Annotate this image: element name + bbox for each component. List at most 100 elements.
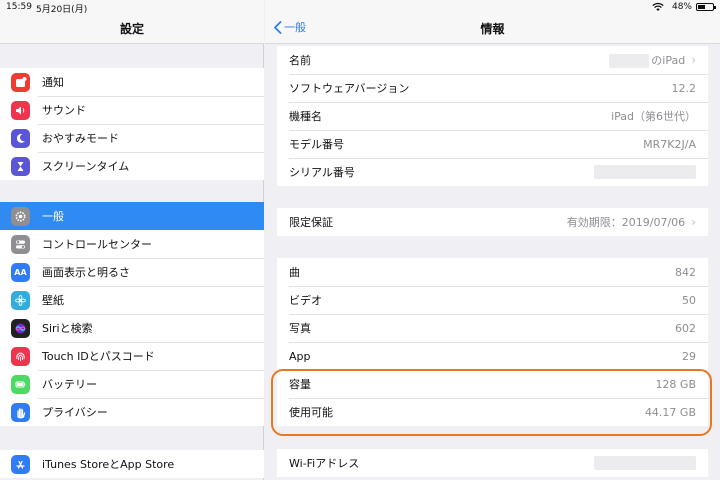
info-value: MR7K2J/A <box>643 138 696 151</box>
info-value: 12.2 <box>672 82 697 95</box>
sidebar-item-label: バッテリー <box>42 378 97 391</box>
info-row: Wi-Fiアドレス <box>277 449 708 477</box>
battery-percent: 48% <box>671 2 692 12</box>
info-label: 限定保証 <box>289 216 333 229</box>
sidebar-item-siri[interactable]: Siriと検索 <box>0 314 264 342</box>
hourglass-icon <box>11 156 30 176</box>
status-date: 5月20日(月) <box>36 5 88 15</box>
info-value: 29 <box>682 350 696 363</box>
sidebar-item-label: Siriと検索 <box>42 322 93 335</box>
info-row[interactable]: 名前 のiPad › <box>277 46 708 74</box>
sound-icon <box>11 100 30 120</box>
info-value-text: 842 <box>675 265 696 279</box>
info-label: 機種名 <box>289 110 322 123</box>
storage-highlight-annotation <box>271 369 712 436</box>
info-label: シリアル番号 <box>289 166 355 179</box>
info-value: 有効期限：2019/07/06 <box>567 214 685 230</box>
info-row: ソフトウェアバージョン 12.2 <box>277 74 708 102</box>
sidebar-item-moon[interactable]: おやすみモード <box>0 124 264 152</box>
battery-icon <box>696 3 716 11</box>
sidebar-item-label: 通知 <box>42 76 64 89</box>
sidebar-item-notifications[interactable]: 通知 <box>0 68 264 96</box>
info-value: のiPad <box>609 52 685 68</box>
info-label: App <box>289 349 311 363</box>
info-label: ソフトウェアバージョン <box>289 82 410 95</box>
info-label: 写真 <box>289 322 311 335</box>
sidebar-item-label: コントロールセンター <box>42 238 152 251</box>
info-value-text: 602 <box>675 321 696 335</box>
sidebar-item-app-store[interactable]: iTunes StoreとApp Store <box>0 450 264 478</box>
text-size-icon: AA <box>11 262 30 282</box>
sidebar-item-label: Touch IDとパスコード <box>42 350 155 363</box>
info-value-text: 50 <box>682 293 696 307</box>
status-time: 15:59 <box>6 2 32 12</box>
sidebar-item-label: 一般 <box>42 210 64 223</box>
sidebar-item-label: 画面表示と明るさ <box>42 266 130 279</box>
info-label: 曲 <box>289 266 300 279</box>
info-value: 842 <box>675 266 696 279</box>
sidebar-item-gear[interactable]: 一般 <box>0 202 264 230</box>
redacted-value <box>594 165 696 179</box>
info-value: 602 <box>675 322 696 335</box>
sidebar-item-label: スクリーンタイム <box>42 160 130 173</box>
sidebar-item-label: プライバシー <box>42 406 108 419</box>
info-row: App 29 <box>277 342 708 370</box>
info-group: 限定保証 有効期限：2019/07/06 › <box>277 208 708 236</box>
settings-sidebar: 設定 通知サウンドおやすみモード スクリーンタイム 一般コントロールセンター AA 画面… <box>0 0 264 480</box>
siri-icon <box>11 318 30 338</box>
sidebar-group: 通知サウンドおやすみモード スクリーンタイム <box>0 68 264 180</box>
info-value-text: 29 <box>682 349 696 363</box>
moon-icon <box>11 128 30 148</box>
info-label: モデル番号 <box>289 138 344 151</box>
info-value-text: 12.2 <box>671 81 697 95</box>
chevron-right-icon: › <box>691 215 696 229</box>
sidebar-item-text-size[interactable]: AA 画面表示と明るさ <box>0 258 264 286</box>
sidebar-item-hand[interactable]: プライバシー <box>0 398 264 426</box>
toggles-icon <box>11 234 30 254</box>
sidebar-item-wallpaper[interactable]: 壁紙 <box>0 286 264 314</box>
info-value: 50 <box>682 294 696 307</box>
battery-icon <box>11 374 30 394</box>
info-label: ビデオ <box>289 294 322 307</box>
sidebar-item-battery[interactable]: バッテリー <box>0 370 264 398</box>
info-row: 機種名 iPad（第6世代） <box>277 102 708 130</box>
sidebar-item-hourglass[interactable]: スクリーンタイム <box>0 152 264 180</box>
notifications-icon <box>11 72 30 92</box>
hand-icon <box>11 402 30 422</box>
info-group: 名前 のiPad › ソフトウェアバージョン 12.2 機種名 iPad（第6世代） モデル番… <box>277 46 708 186</box>
info-row: 曲 842 <box>277 258 708 286</box>
sidebar-item-label: サウンド <box>42 104 86 117</box>
sidebar-item-toggles[interactable]: コントロールセンター <box>0 230 264 258</box>
page-title: 情報 <box>480 22 505 36</box>
sidebar-title: 設定 <box>119 22 144 36</box>
redacted-value <box>594 456 696 470</box>
sidebar-item-fingerprint[interactable]: Touch IDとパスコード <box>0 342 264 370</box>
info-value-text: iPad（第6世代） <box>611 110 696 123</box>
sidebar-item-label: おやすみモード <box>42 132 119 145</box>
chevron-right-icon: › <box>691 53 696 67</box>
info-value-text: 有効期限：2019/07/06 <box>566 216 686 229</box>
gear-icon <box>11 206 30 226</box>
app-store-icon <box>11 454 30 474</box>
wifi-icon <box>652 2 664 11</box>
wallpaper-icon <box>11 290 30 310</box>
sidebar-item-label: 壁紙 <box>42 294 64 307</box>
sidebar-group: 一般コントロールセンター AA 画面表示と明るさ 壁紙 Siriと検索 Touch IDと… <box>0 202 264 426</box>
info-row: シリアル番号 <box>277 158 708 186</box>
sidebar-item-sound[interactable]: サウンド <box>0 96 264 124</box>
sidebar-group: iTunes StoreとApp Store <box>0 450 264 478</box>
info-value-text: MR7K2J/A <box>643 137 696 151</box>
info-value-text: のiPad <box>651 54 686 67</box>
sidebar-item-label: iTunes StoreとApp Store <box>42 458 175 471</box>
fingerprint-icon <box>11 346 30 366</box>
redacted-value <box>609 54 650 68</box>
info-row: 写真 602 <box>277 314 708 342</box>
info-value: iPad（第6世代） <box>611 108 696 124</box>
info-group: Wi-Fiアドレス <box>277 449 708 477</box>
status-bar: 15:59 5月20日(月) 48% <box>0 0 720 15</box>
info-label: Wi-Fiアドレス <box>289 457 360 470</box>
info-row: モデル番号 MR7K2J/A <box>277 130 708 158</box>
info-row: ビデオ 50 <box>277 286 708 314</box>
info-label: 名前 <box>289 54 311 67</box>
info-row[interactable]: 限定保証 有効期限：2019/07/06 › <box>277 208 708 236</box>
